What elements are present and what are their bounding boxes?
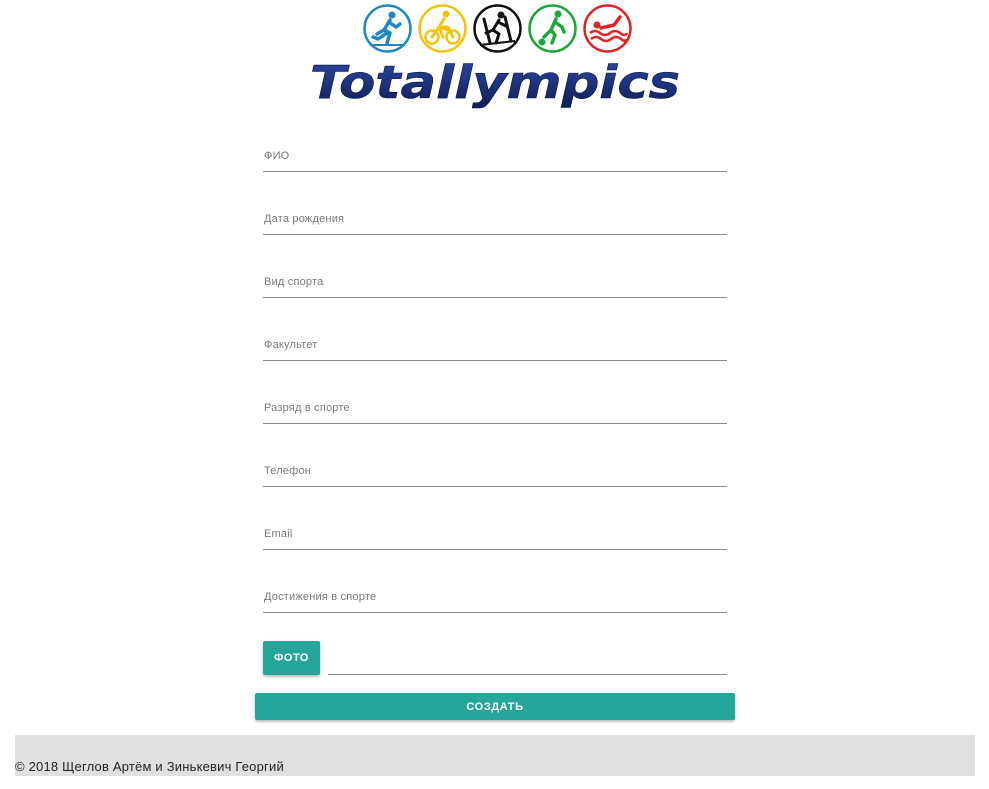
sport-field[interactable]: Вид спорта — [263, 254, 727, 317]
fio-input[interactable] — [263, 144, 727, 172]
faculty-field[interactable]: Факультет — [263, 317, 727, 380]
faculty-input[interactable] — [263, 333, 727, 361]
sport-rank-input[interactable] — [263, 396, 727, 424]
field-underline — [263, 171, 727, 172]
sport-rank-field[interactable]: Разряд в спорте — [263, 380, 727, 443]
field-underline — [263, 612, 727, 613]
birth-date-input[interactable] — [263, 207, 727, 235]
field-underline — [263, 297, 727, 298]
swimming-icon — [583, 4, 632, 53]
field-underline — [263, 549, 727, 550]
copyright-text: © 2018 Щеглов Артём и Зинькевич Георгий — [15, 759, 284, 774]
field-underline — [263, 486, 727, 487]
football-icon — [528, 4, 577, 53]
field-underline — [263, 234, 727, 235]
birth-date-field[interactable]: Дата рождения — [263, 191, 727, 254]
phone-field[interactable]: Телефон — [263, 443, 727, 506]
logo-wordmark: Totallympics — [310, 56, 681, 110]
phone-input[interactable] — [263, 459, 727, 487]
sport-icons — [362, 3, 633, 54]
footer: © 2018 Щеглов Артём и Зинькевич Георгий — [15, 735, 975, 776]
field-underline — [263, 423, 727, 424]
photo-path-field[interactable] — [328, 674, 727, 675]
email-input[interactable] — [263, 522, 727, 550]
running-icon — [363, 4, 412, 53]
logo-text: Totallympics — [310, 56, 680, 109]
skiing-icon — [473, 4, 522, 53]
photo-upload-row: ФОТО — [263, 641, 727, 677]
registration-form: ФИО Дата рождения Вид спорта Факультет Р… — [263, 128, 727, 632]
fio-field[interactable]: ФИО — [263, 128, 727, 191]
achievements-field[interactable]: Достижения в спорте — [263, 569, 727, 632]
cycling-icon — [418, 4, 467, 53]
field-underline — [263, 360, 727, 361]
header: Totallympics — [0, 0, 989, 118]
create-button[interactable]: СОЗДАТЬ — [255, 693, 735, 720]
sport-input[interactable] — [263, 270, 727, 298]
achievements-input[interactable] — [263, 585, 727, 613]
photo-upload-button[interactable]: ФОТО — [263, 641, 320, 675]
email-field[interactable]: Email — [263, 506, 727, 569]
